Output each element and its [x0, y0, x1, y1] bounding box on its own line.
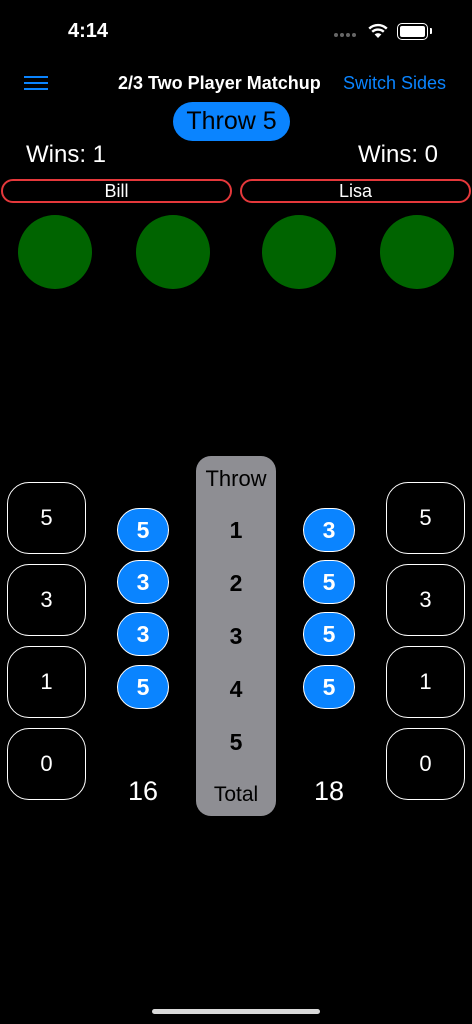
throw-number-2: 2 [229, 570, 243, 596]
throw-number-4: 4 [229, 676, 243, 702]
right-player-name[interactable]: Lisa [240, 179, 471, 203]
left-throw-1-chip[interactable]: 5 [117, 508, 169, 552]
right-score-button-0[interactable]: 0 [386, 728, 465, 800]
left-score-button-0[interactable]: 0 [7, 728, 86, 800]
left-score-button-3[interactable]: 3 [7, 564, 86, 636]
throw-column-footer: Total [213, 783, 259, 806]
left-throw-2-chip[interactable]: 3 [117, 560, 169, 604]
right-total: 18 [313, 776, 345, 806]
throw-number-1: 1 [229, 517, 243, 543]
right-throw-4-chip[interactable]: 5 [303, 665, 355, 709]
throw-number-3: 3 [229, 623, 243, 649]
left-score-button-1[interactable]: 1 [7, 646, 86, 718]
right-score-button-3[interactable]: 3 [386, 564, 465, 636]
status-time: 4:14 [68, 20, 109, 42]
left-indicator-2[interactable] [136, 215, 210, 289]
cellular-signal-icon [334, 33, 356, 37]
right-score-button-1[interactable]: 1 [386, 646, 465, 718]
current-throw-badge: Throw 5 [173, 102, 290, 141]
throw-column: Throw 1 2 3 4 5 Total [196, 456, 276, 816]
left-player-name[interactable]: Bill [1, 179, 232, 203]
left-throw-3-chip[interactable]: 3 [117, 612, 169, 656]
right-throw-2-chip[interactable]: 5 [303, 560, 355, 604]
battery-icon [397, 23, 428, 40]
right-score-button-5[interactable]: 5 [386, 482, 465, 554]
battery-cap [430, 28, 432, 34]
page-title: 2/3 Two Player Matchup [118, 73, 321, 93]
throw-number-5: 5 [229, 729, 243, 755]
left-total: 16 [127, 776, 159, 806]
right-throw-3-chip[interactable]: 5 [303, 612, 355, 656]
right-indicator-2[interactable] [380, 215, 454, 289]
home-indicator[interactable] [152, 1009, 320, 1014]
right-player-wins: Wins: 0 [358, 141, 439, 168]
wifi-icon [368, 23, 388, 38]
left-indicator-1[interactable] [18, 215, 92, 289]
left-score-button-5[interactable]: 5 [7, 482, 86, 554]
right-throw-1-chip[interactable]: 3 [303, 508, 355, 552]
left-throw-4-chip[interactable]: 5 [117, 665, 169, 709]
switch-sides-button[interactable]: Switch Sides [343, 73, 446, 94]
throw-column-header: Throw [205, 466, 267, 491]
left-player-wins: Wins: 1 [26, 141, 107, 168]
right-indicator-1[interactable] [262, 215, 336, 289]
hamburger-menu-icon[interactable] [24, 74, 50, 92]
